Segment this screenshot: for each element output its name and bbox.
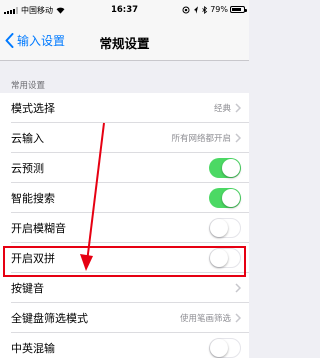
navigation-bar: 输入设置 常规设置 bbox=[0, 20, 249, 61]
chevron-right-icon bbox=[235, 133, 241, 143]
fuzzy-pinyin-toggle[interactable] bbox=[209, 218, 241, 238]
section-header: 常用设置 bbox=[11, 81, 46, 91]
row-cloud-input[interactable]: 云输入 所有网络都开启 bbox=[0, 123, 249, 153]
row-label: 云输入 bbox=[11, 132, 44, 145]
row-full-keyboard-filter[interactable]: 全键盘筛选模式 使用笔画筛选 bbox=[0, 303, 249, 333]
chevron-right-icon bbox=[235, 283, 241, 293]
smart-search-toggle[interactable] bbox=[209, 188, 241, 208]
row-label: 全键盘筛选模式 bbox=[11, 312, 88, 325]
cloud-predict-toggle[interactable] bbox=[209, 158, 241, 178]
battery-fill bbox=[232, 8, 241, 11]
mixed-input-toggle[interactable] bbox=[209, 338, 241, 358]
row-label: 云预测 bbox=[11, 162, 44, 175]
bluetooth-icon bbox=[202, 5, 208, 14]
status-bar: 中国移动 16:37 79% bbox=[0, 0, 249, 20]
row-label: 智能搜索 bbox=[11, 192, 55, 205]
row-value: 经典 bbox=[213, 104, 231, 114]
highlight-box bbox=[3, 246, 246, 277]
status-right: 79% bbox=[182, 5, 247, 14]
battery-icon bbox=[230, 6, 247, 13]
row-mixed-input: 中英混输 bbox=[0, 333, 249, 358]
row-label: 开启模糊音 bbox=[11, 222, 66, 235]
location-icon bbox=[194, 5, 199, 14]
row-label: 模式选择 bbox=[11, 102, 55, 115]
chevron-right-icon bbox=[235, 103, 241, 113]
battery-percent: 79% bbox=[210, 5, 228, 14]
row-value: 所有网络都开启 bbox=[171, 134, 231, 144]
row-label: 中英混输 bbox=[11, 342, 55, 355]
row-label: 按键音 bbox=[11, 282, 44, 295]
row-fuzzy-pinyin: 开启模糊音 bbox=[0, 213, 249, 243]
orientation-lock-icon bbox=[182, 5, 190, 14]
row-key-sound[interactable]: 按键音 bbox=[0, 273, 249, 303]
chevron-right-icon bbox=[235, 313, 241, 323]
row-value: 使用笔画筛选 bbox=[179, 314, 231, 324]
row-smart-search: 智能搜索 bbox=[0, 183, 249, 213]
settings-list: 模式选择 经典 云输入 所有网络都开启 云预测 智能搜索 开启模糊音 开启双拼 … bbox=[0, 93, 249, 358]
page-title: 常规设置 bbox=[99, 36, 150, 51]
row-cloud-predict: 云预测 bbox=[0, 153, 249, 183]
row-mode-select[interactable]: 模式选择 经典 bbox=[0, 93, 249, 123]
